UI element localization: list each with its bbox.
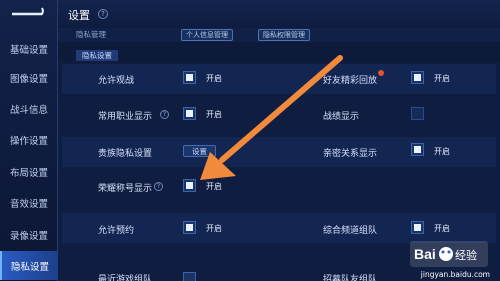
svg-text:经验: 经验 xyxy=(455,248,477,262)
svg-text:Bai: Bai xyxy=(414,246,436,262)
watermark-logo: Bai 经验 xyxy=(410,241,488,267)
annotation-arrow-icon xyxy=(200,55,343,180)
watermark-url: jingyan.baidu.com xyxy=(420,270,490,279)
